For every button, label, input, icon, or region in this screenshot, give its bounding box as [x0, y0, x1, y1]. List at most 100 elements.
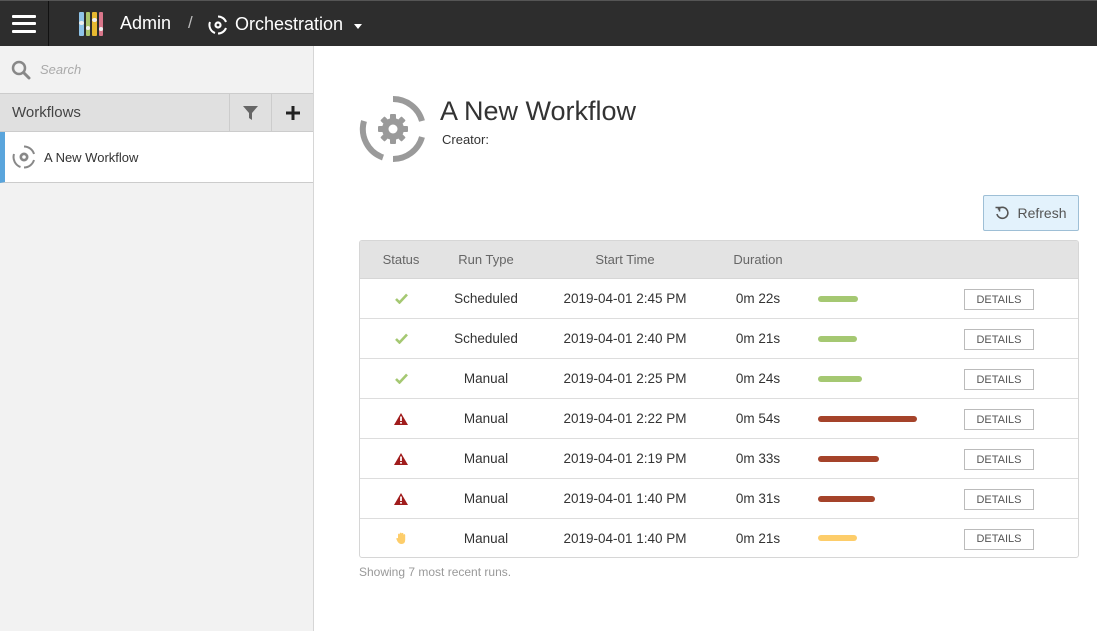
orchestration-gear-icon — [208, 14, 227, 35]
start-time-cell: 2019-04-01 1:40 PM — [563, 530, 687, 546]
start-time-cell: 2019-04-01 2:19 PM — [563, 451, 687, 466]
duration-bar — [818, 455, 879, 462]
table-row: Scheduled 2019-04-01 2:40 PM 0m 21s DETA… — [360, 319, 1078, 359]
refresh-button[interactable]: Refresh — [983, 195, 1079, 231]
status-cell — [360, 452, 442, 465]
status-cell — [360, 412, 442, 425]
column-header-duration: Duration — [733, 252, 783, 267]
refresh-icon — [995, 206, 1010, 220]
top-bar: Admin / Orchestration — [0, 0, 1097, 46]
run-type-cell: Manual — [463, 411, 509, 426]
creator-label: Creator: — [442, 132, 489, 147]
actions-cell: DETAILS — [964, 327, 1078, 350]
table-row: Manual 2019-04-01 1:40 PM 0m 21s DETAILS — [360, 519, 1078, 557]
runs-table: Status Run Type Start Time Duration Sche… — [359, 240, 1079, 558]
status-cell — [360, 532, 442, 544]
run-type-cell: Manual — [463, 491, 509, 506]
status-cell — [360, 293, 442, 304]
duration-bar — [818, 495, 875, 502]
duration-cell: 0m 33s — [735, 451, 781, 466]
sidebar: Workflows A New Workflow — [0, 46, 314, 631]
stopped-hand-icon — [395, 532, 405, 544]
duration-bar-cell — [796, 535, 964, 541]
table-row: Manual 2019-04-01 2:25 PM 0m 24s DETAILS — [360, 359, 1078, 399]
logo-bar — [98, 12, 103, 36]
workflow-title-gear-icon — [359, 95, 425, 163]
duration-bar — [818, 335, 857, 342]
table-row: Manual 2019-04-01 2:19 PM 0m 33s DETAILS — [360, 439, 1078, 479]
start-time-cell: 2019-04-01 1:40 PM — [563, 491, 687, 506]
status-cell — [360, 333, 442, 344]
hamburger-menu-button[interactable] — [0, 1, 49, 46]
actions-cell: DETAILS — [964, 287, 1078, 310]
workflow-list-item-label: A New Workflow — [44, 149, 139, 165]
success-check-icon — [394, 333, 408, 344]
run-type-cell: Manual — [463, 371, 509, 386]
status-cell — [360, 492, 442, 505]
run-type-cell: Manual — [463, 451, 509, 466]
duration-cell: 0m 31s — [735, 491, 781, 506]
duration-cell: 0m 21s — [735, 331, 781, 346]
column-header-run-type: Run Type — [458, 252, 514, 267]
actions-cell: DETAILS — [964, 447, 1078, 470]
actions-cell: DETAILS — [964, 527, 1078, 550]
search-input[interactable] — [40, 62, 290, 77]
breadcrumb-admin[interactable]: Admin — [120, 13, 171, 34]
status-cell — [360, 373, 442, 384]
run-type-cell: Scheduled — [454, 291, 518, 306]
details-button[interactable]: DETAILS — [964, 329, 1034, 350]
duration-bar — [818, 415, 917, 422]
details-button[interactable]: DETAILS — [964, 528, 1034, 550]
chevron-down-icon — [354, 23, 363, 29]
runs-footnote: Showing 7 most recent runs. — [359, 565, 512, 579]
logo-bar — [79, 12, 84, 36]
duration-bar — [818, 375, 862, 382]
details-button[interactable]: DETAILS — [964, 449, 1034, 470]
duration-bar-cell — [796, 295, 964, 302]
duration-bar-cell — [796, 335, 964, 342]
error-warning-icon — [394, 492, 408, 505]
details-button[interactable]: DETAILS — [964, 289, 1034, 310]
actions-cell: DETAILS — [964, 407, 1078, 430]
table-row: Manual 2019-04-01 1:40 PM 0m 31s DETAILS — [360, 479, 1078, 519]
duration-cell: 0m 21s — [735, 530, 781, 546]
refresh-label: Refresh — [1017, 205, 1067, 221]
actions-cell: DETAILS — [964, 487, 1078, 510]
start-time-cell: 2019-04-01 2:40 PM — [563, 331, 687, 346]
details-button[interactable]: DETAILS — [964, 409, 1034, 430]
runs-table-header: Status Run Type Start Time Duration — [360, 241, 1078, 279]
workflow-list-item[interactable]: A New Workflow — [0, 132, 313, 183]
orchestration-dropdown[interactable]: Orchestration — [208, 14, 363, 35]
duration-bar-cell — [796, 495, 964, 502]
search-bar — [0, 46, 313, 93]
error-warning-icon — [394, 412, 408, 425]
column-header-start-time: Start Time — [595, 252, 655, 267]
workflow-gear-icon — [12, 145, 35, 169]
column-header-status: Status — [382, 252, 420, 267]
duration-cell: 0m 22s — [735, 291, 781, 306]
duration-bar — [818, 295, 859, 302]
run-type-cell: Manual — [463, 530, 509, 546]
table-row: Manual 2019-04-01 2:22 PM 0m 54s DETAILS — [360, 399, 1078, 439]
duration-bar-cell — [796, 415, 964, 422]
duration-bar-cell — [796, 375, 964, 382]
start-time-cell: 2019-04-01 2:45 PM — [563, 291, 687, 306]
success-check-icon — [394, 373, 408, 384]
duration-bar-cell — [796, 455, 964, 462]
success-check-icon — [394, 293, 408, 304]
filter-button[interactable] — [229, 93, 271, 132]
menu-icon — [12, 14, 36, 33]
app-logo-icon[interactable] — [79, 12, 103, 36]
workflows-header: Workflows — [0, 93, 313, 132]
breadcrumb-separator: / — [188, 13, 193, 32]
details-button[interactable]: DETAILS — [964, 369, 1034, 390]
page-title: A New Workflow — [440, 96, 637, 126]
actions-cell: DETAILS — [964, 367, 1078, 390]
main-panel: A New Workflow Creator: Refresh Status R… — [315, 46, 1097, 631]
table-row: Scheduled 2019-04-01 2:45 PM 0m 22s DETA… — [360, 279, 1078, 319]
details-button[interactable]: DETAILS — [964, 489, 1034, 510]
duration-cell: 0m 54s — [735, 411, 781, 426]
duration-bar — [818, 535, 857, 541]
logo-bar — [92, 12, 97, 36]
add-workflow-button[interactable] — [271, 93, 313, 132]
